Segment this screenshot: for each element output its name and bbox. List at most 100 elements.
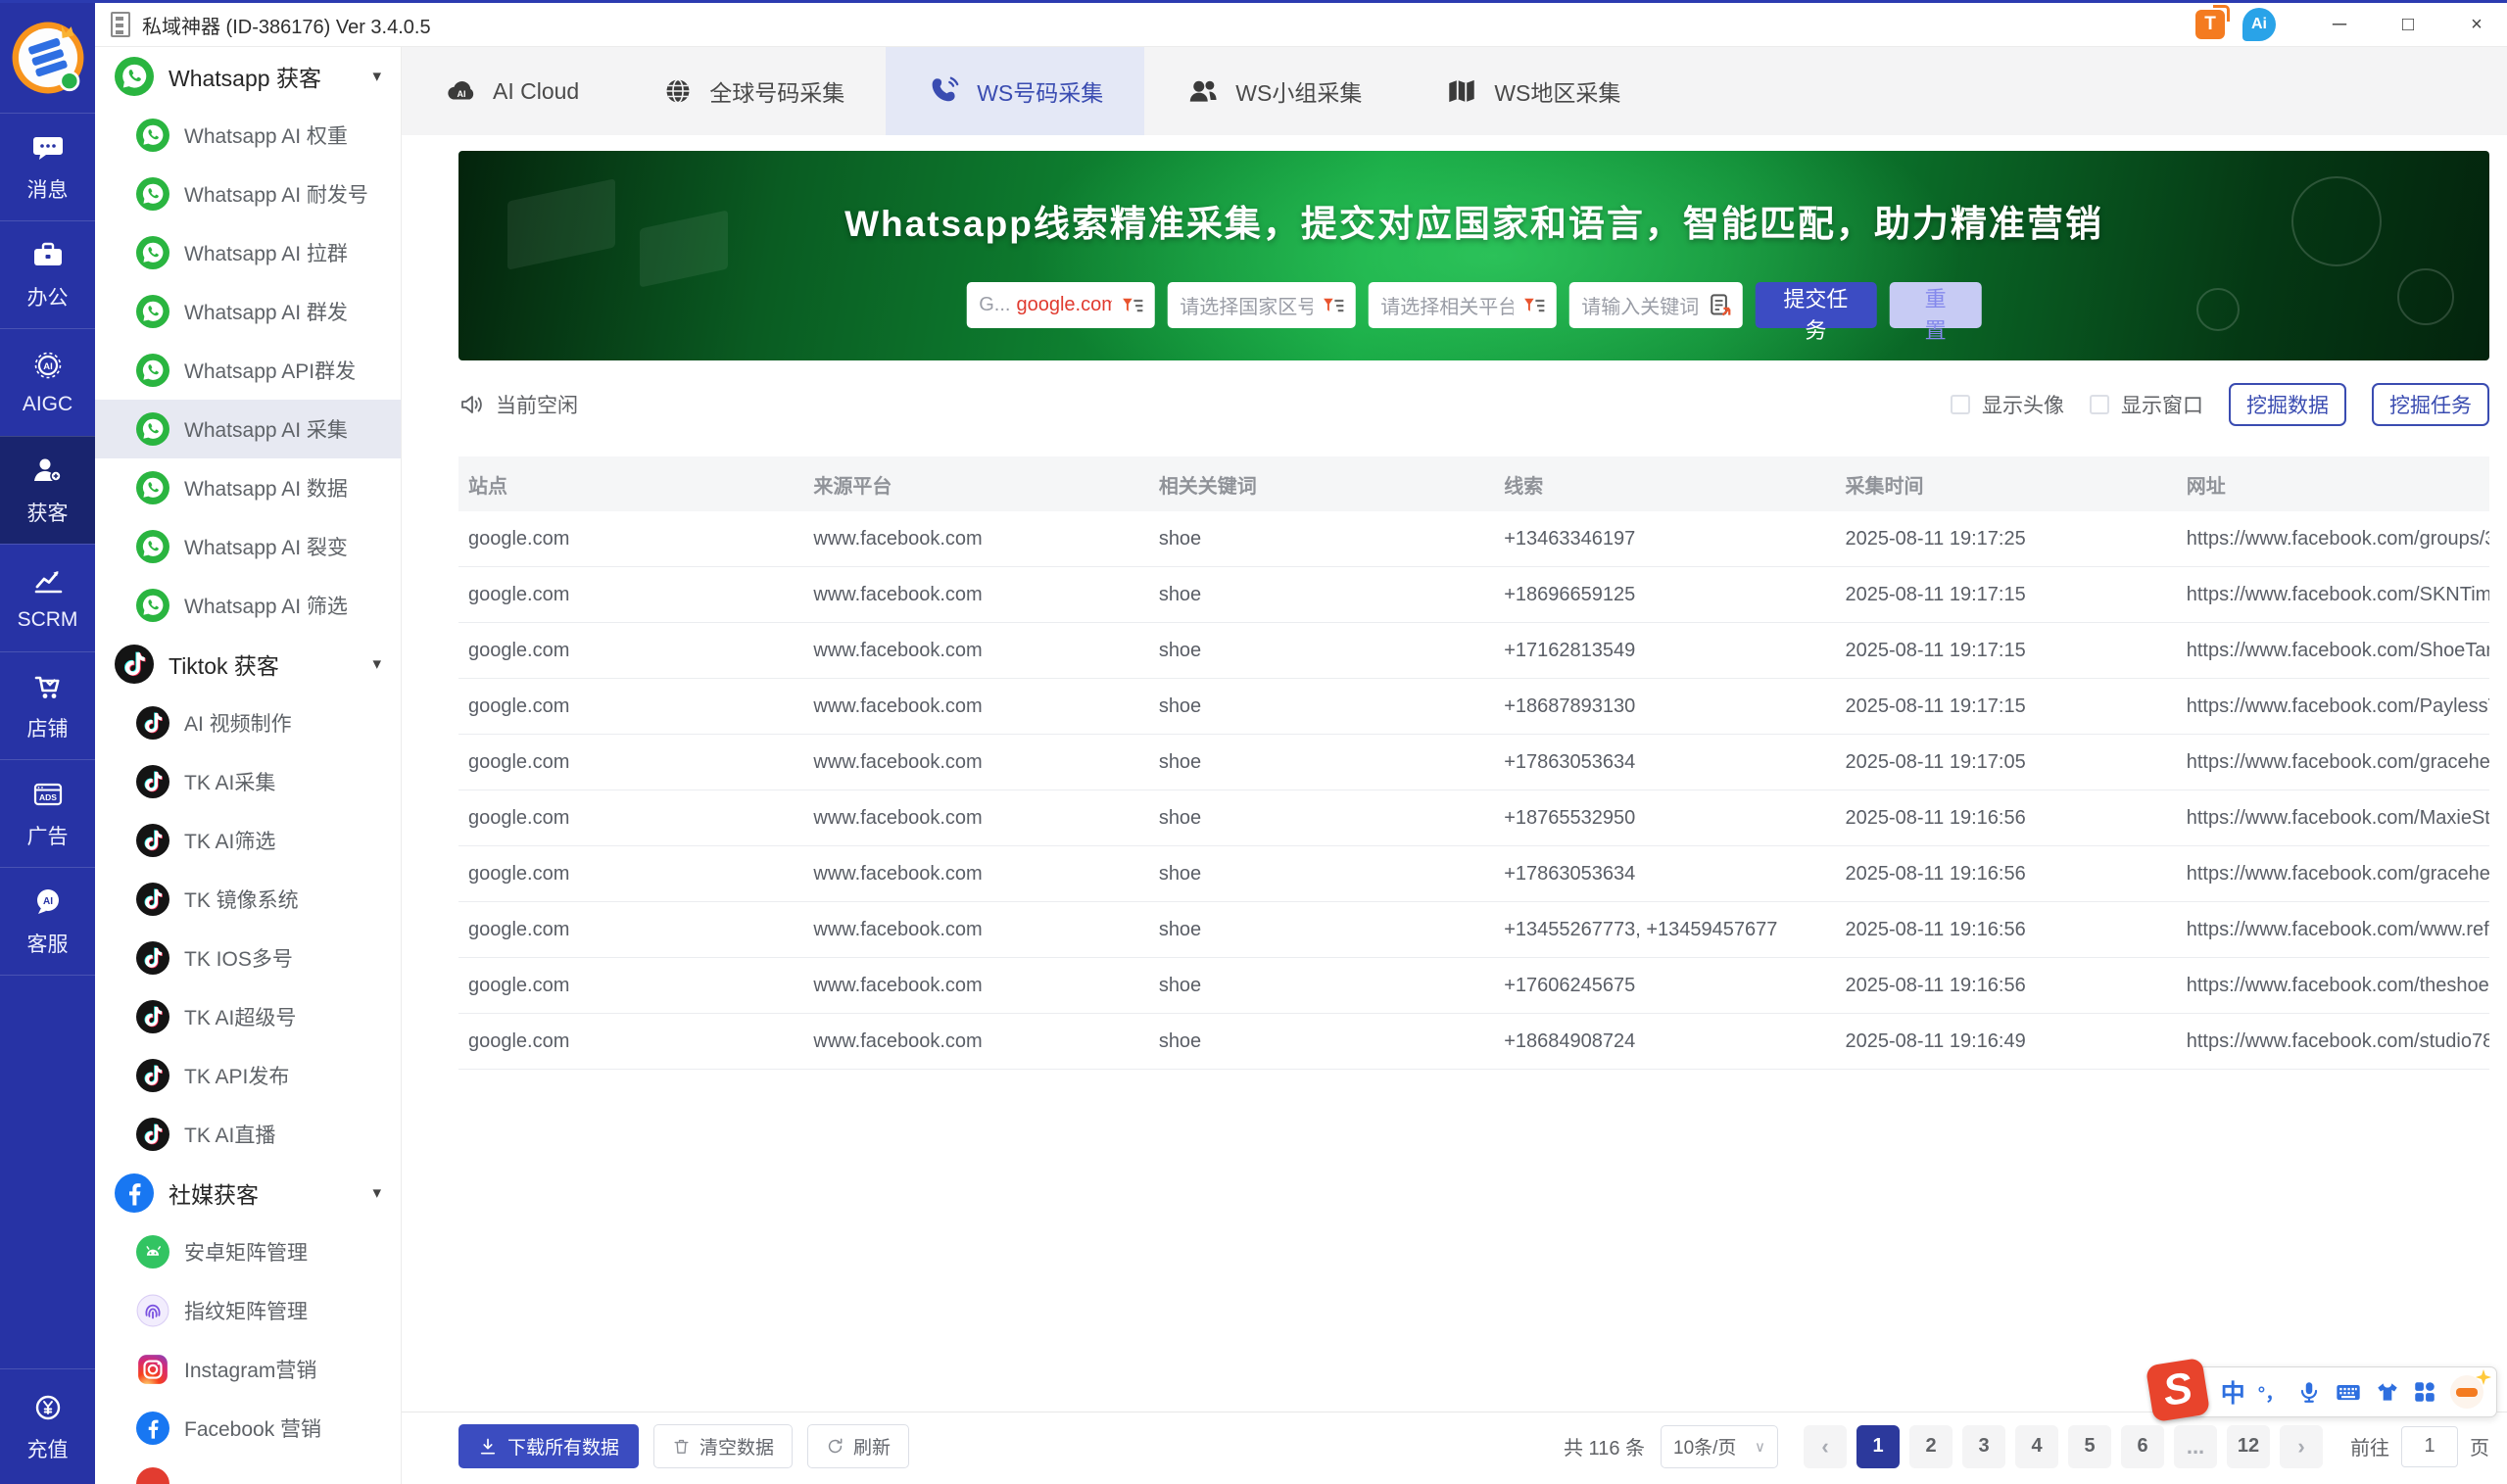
sidebar-item-facebook[interactable]: Facebook 营销 [95, 1399, 401, 1458]
rail-item-aigc[interactable]: AI AIGC [0, 328, 95, 436]
footer-bar: 下载所有数据 清空数据 刷新 共 116 条 10条/页 ∨ ‹ 1 2 3 4… [402, 1412, 2507, 1484]
show-window-checkbox[interactable]: 显示窗口 [2090, 390, 2203, 419]
tab-global-number-collect[interactable]: 全球号码采集 [620, 47, 886, 135]
sidebar-item-tk-api[interactable]: TK API发布 [95, 1046, 401, 1105]
cell-url[interactable]: https://www.facebook.com/PaylessTrinid..… [2177, 695, 2489, 718]
page-button-3[interactable]: 3 [1962, 1424, 2005, 1468]
maximize-button[interactable]: □ [2378, 4, 2438, 46]
prev-page-button[interactable]: ‹ [1804, 1424, 1847, 1468]
rail-item-label: 办公 [26, 287, 69, 310]
minimize-button[interactable]: ─ [2309, 4, 2370, 46]
page-button-2[interactable]: 2 [1909, 1424, 1953, 1468]
sidebar-item-instagram[interactable]: Instagram营销 [95, 1340, 401, 1399]
ai-chat-tray-icon[interactable]: Ai [2236, 8, 2276, 43]
cell-lead: +17863053634 [1504, 750, 1636, 773]
sidebar-item-tk-ios[interactable]: TK IOS多号 [95, 929, 401, 987]
table-row: google.com www.facebook.com shoe +176062… [458, 958, 2489, 1014]
page-button-4[interactable]: 4 [2015, 1424, 2058, 1468]
rail-item-office[interactable]: 办公 [0, 220, 95, 328]
skin-tshirt-icon[interactable] [2375, 1379, 2400, 1405]
sidebar-item-wa-fission[interactable]: Whatsapp AI 裂变 [95, 517, 401, 576]
cell-url[interactable]: https://www.facebook.com/MaxieStyle/p... [2177, 807, 2489, 830]
platform-select[interactable]: 请选择相关平台 [1368, 282, 1557, 328]
cell-url[interactable]: https://www.facebook.com/SKNTimes/p... [2177, 584, 2489, 606]
page-size-select[interactable]: 10条/页 ∨ [1661, 1424, 1778, 1468]
tab-ai-cloud[interactable]: AI AI Cloud [402, 47, 620, 135]
sidebar-item-tk-live[interactable]: TK AI直播 [95, 1105, 401, 1164]
sogou-logo-icon[interactable]: S [2145, 1357, 2211, 1423]
sidebar-group-social[interactable]: 社媒获客 ▾ [95, 1164, 401, 1222]
show-avatar-checkbox[interactable]: 显示头像 [1951, 390, 2064, 419]
cell-url[interactable]: https://www.facebook.com/gracehealths... [2177, 863, 2489, 886]
sidebar-item-label: Whatsapp AI 裂变 [184, 537, 348, 559]
rail-item-support[interactable]: AI 客服 [0, 867, 95, 975]
tab-ws-region-collect[interactable]: WS地区采集 [1403, 47, 1662, 135]
people-icon [1190, 80, 1217, 102]
cell-platform: www.facebook.com [813, 639, 983, 661]
sidebar-item-wa-weight[interactable]: Whatsapp AI 权重 [95, 106, 401, 165]
tab-ws-group-collect[interactable]: WS小组采集 [1144, 47, 1403, 135]
ime-mode-toggle[interactable]: 中 [2221, 1374, 2245, 1410]
cell-url[interactable]: https://www.facebook.com/gracehealths... [2177, 751, 2489, 774]
keyword-input[interactable]: 请输入关键词 [1568, 282, 1743, 328]
page-button-last[interactable]: 12 [2227, 1424, 2270, 1468]
close-button[interactable]: × [2446, 4, 2507, 46]
country-code-select[interactable]: 请选择国家区号 [1167, 282, 1356, 328]
sidebar-item-label: TK API发布 [184, 1066, 290, 1088]
keyboard-icon[interactable] [2335, 1378, 2362, 1406]
cell-lead: +17162813549 [1504, 639, 1636, 661]
whatsapp-ghost-icon [2397, 268, 2454, 325]
sidebar-item-wa-data[interactable]: Whatsapp AI 数据 [95, 458, 401, 517]
rail-item-shop[interactable]: 店铺 [0, 651, 95, 759]
rail-item-messages[interactable]: 消息 [0, 113, 95, 220]
ime-punctuation-toggle[interactable]: °， [2258, 1379, 2285, 1406]
page-button-1[interactable]: 1 [1856, 1424, 1900, 1468]
rail-item-acquisition[interactable]: 获客 [0, 436, 95, 544]
refresh-button[interactable]: 刷新 [807, 1424, 910, 1468]
sidebar-item-wa-api-bulk[interactable]: Whatsapp API群发 [95, 341, 401, 400]
rail-item-ads[interactable]: ADS 广告 [0, 759, 95, 867]
sidebar-item-tk-collect[interactable]: TK AI采集 [95, 752, 401, 811]
reset-button[interactable]: 重置 [1889, 282, 1982, 343]
tiktok-icon [136, 941, 169, 975]
more-pages-button[interactable]: ... [2174, 1424, 2217, 1468]
sidebar-item-tk-super[interactable]: TK AI超级号 [95, 987, 401, 1046]
sidebar-group-tiktok[interactable]: Tiktok 获客 ▾ [95, 635, 401, 694]
sidebar-item-wa-group-pull[interactable]: Whatsapp AI 拉群 [95, 223, 401, 282]
sidebar-item-wa-durable[interactable]: Whatsapp AI 耐发号 [95, 165, 401, 223]
sidebar-item-tk-filter[interactable]: TK AI筛选 [95, 811, 401, 870]
clear-data-button[interactable]: 清空数据 [653, 1424, 794, 1468]
mine-task-button[interactable]: 挖掘任务 [2372, 383, 2489, 426]
sidebar-item-wa-bulk[interactable]: Whatsapp AI 群发 [95, 282, 401, 341]
person-plus-icon [33, 458, 62, 482]
page-button-5[interactable]: 5 [2068, 1424, 2111, 1468]
sidebar-item-fingerprint-matrix[interactable]: 指纹矩阵管理 [95, 1281, 401, 1340]
cell-url[interactable]: https://www.facebook.com/www.reflectio..… [2177, 919, 2489, 941]
sidebar-item-tk-mirror[interactable]: TK 镜像系统 [95, 870, 401, 929]
sidebar-item-android-matrix[interactable]: 安卓矩阵管理 [95, 1222, 401, 1281]
pagination: ‹ 1 2 3 4 5 6 ... 12 › [1804, 1424, 2323, 1468]
next-page-button[interactable]: › [2280, 1424, 2323, 1468]
toolbox-grid-icon[interactable] [2412, 1379, 2437, 1405]
ime-emoji-icon[interactable] [2450, 1369, 2492, 1409]
sidebar-item-wa-filter[interactable]: Whatsapp AI 筛选 [95, 576, 401, 635]
tab-ws-number-collect[interactable]: WS号码采集 [886, 47, 1145, 135]
sidebar-item-wa-collect[interactable]: Whatsapp AI 采集 [95, 400, 401, 458]
cell-url[interactable]: https://www.facebook.com/groups/3458... [2177, 528, 2489, 551]
cell-url[interactable]: https://www.facebook.com/ShoeTarmac/... [2177, 640, 2489, 662]
goto-page-input[interactable] [2401, 1425, 2458, 1467]
cell-url[interactable]: https://www.facebook.com/studio786ltd/..… [2177, 1030, 2489, 1053]
page-button-6[interactable]: 6 [2121, 1424, 2164, 1468]
mine-data-button[interactable]: 挖掘数据 [2229, 383, 2346, 426]
show-window-label: 显示窗口 [2121, 395, 2203, 417]
rail-item-scrm[interactable]: SCRM [0, 544, 95, 651]
site-select[interactable]: G... google.com [966, 282, 1155, 328]
translate-tray-icon[interactable]: T [2195, 5, 2230, 39]
cell-url[interactable]: https://www.facebook.com/theshoeco/po... [2177, 975, 2489, 997]
download-all-button[interactable]: 下载所有数据 [458, 1424, 640, 1468]
submit-task-button[interactable]: 提交任务 [1755, 282, 1877, 343]
sidebar-item-tk-video[interactable]: AI 视频制作 [95, 694, 401, 752]
microphone-icon[interactable] [2296, 1379, 2322, 1405]
sidebar-group-whatsapp[interactable]: Whatsapp 获客 ▾ [95, 47, 401, 106]
rail-item-recharge[interactable]: 充值 [0, 1368, 95, 1484]
